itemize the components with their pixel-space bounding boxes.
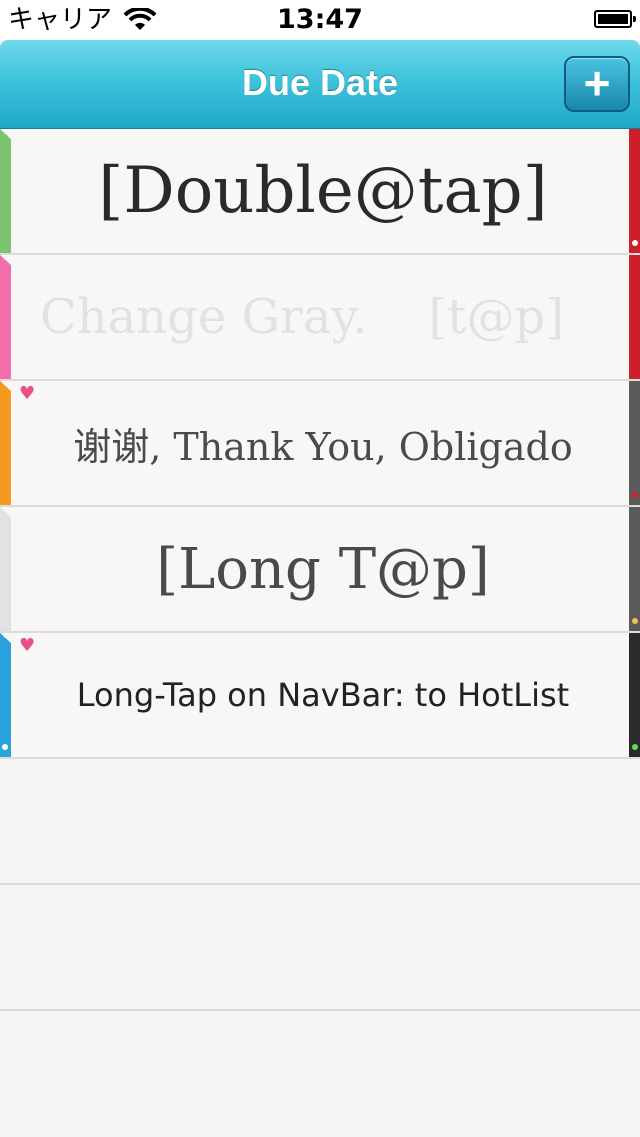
priority-color-bar [629, 129, 640, 253]
list-item-text: [Long T@p] [156, 536, 490, 602]
status-dot [632, 744, 638, 750]
category-color-bar [0, 129, 11, 253]
priority-color-bar [629, 633, 640, 757]
priority-color-bar [629, 255, 640, 379]
page-title: Due Date [241, 62, 399, 103]
list-item-text: 谢谢, Thank You, Obligado [73, 424, 573, 469]
list-item-text: Long-Tap on NavBar: to HotList [76, 676, 570, 714]
task-list: ♥ [Double@tap] ♥ Change Gray. [t@p] ♥ 谢谢… [0, 129, 640, 1137]
navigation-bar[interactable]: Due Date + [0, 40, 640, 129]
empty-row[interactable] [0, 885, 640, 1011]
status-time: 13:47 [277, 4, 363, 35]
status-dot [632, 618, 638, 624]
category-color-bar [0, 381, 11, 505]
category-color-bar [0, 255, 11, 379]
list-item-text: Change Gray. [t@p] [40, 289, 564, 345]
category-dot [2, 744, 8, 750]
list-item[interactable]: ♥ [Double@tap] [0, 129, 640, 255]
status-bar: キャリア 13:47 [0, 0, 640, 40]
priority-color-bar [629, 507, 640, 631]
list-item[interactable]: ♥ Long-Tap on NavBar: to HotList [0, 633, 640, 759]
category-color-bar [0, 507, 11, 631]
add-button[interactable]: + [564, 56, 630, 112]
list-item[interactable]: ♥ 谢谢, Thank You, Obligado [0, 381, 640, 507]
list-item-text: [Double@tap] [98, 154, 548, 228]
battery-icon [594, 10, 636, 28]
status-dot [632, 240, 638, 246]
priority-color-bar [629, 381, 640, 505]
list-item[interactable]: ♥ [Long T@p] [0, 507, 640, 633]
list-item[interactable]: ♥ Change Gray. [t@p] [0, 255, 640, 381]
empty-row[interactable] [0, 1011, 640, 1137]
category-color-bar [0, 633, 11, 757]
empty-row[interactable] [0, 759, 640, 885]
status-dot [632, 492, 638, 498]
